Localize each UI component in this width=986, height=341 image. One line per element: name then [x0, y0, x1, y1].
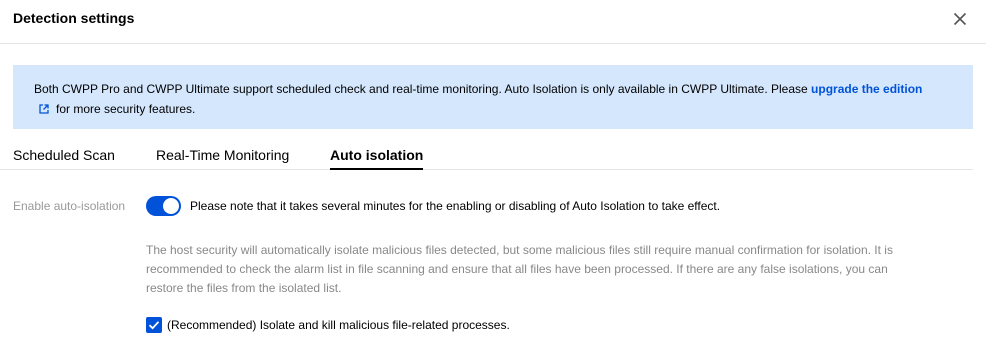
dialog-header: Detection settings [0, 0, 986, 44]
tab-auto-isolation[interactable]: Auto isolation [330, 147, 423, 163]
tab-scheduled-scan[interactable]: Scheduled Scan [13, 147, 115, 163]
tab-real-time-monitoring[interactable]: Real-Time Monitoring [156, 147, 289, 163]
notice-text: Both CWPP Pro and CWPP Ultimate support … [34, 82, 812, 96]
close-icon [953, 12, 967, 26]
upgrade-edition-link[interactable]: upgrade the edition [811, 82, 922, 96]
settings-tabs: Scheduled Scan Real-Time Monitoring Auto… [0, 142, 973, 170]
check-icon [148, 321, 160, 330]
close-button[interactable] [950, 9, 970, 29]
active-tab-indicator [330, 168, 423, 170]
dialog-title: Detection settings [13, 10, 135, 26]
external-link-icon[interactable] [39, 104, 49, 114]
info-notice: Both CWPP Pro and CWPP Ultimate support … [13, 65, 973, 129]
notice-line-2: for more security features. [34, 99, 953, 119]
kill-processes-label[interactable]: (Recommended) Isolate and kill malicious… [167, 318, 510, 332]
enable-auto-isolation-label: Enable auto-isolation [13, 199, 126, 213]
toggle-note: Please note that it takes several minute… [190, 199, 721, 213]
notice-text-after: for more security features. [56, 102, 196, 116]
toggle-knob [163, 198, 179, 214]
kill-processes-checkbox[interactable] [146, 317, 162, 333]
auto-isolation-toggle[interactable] [146, 196, 181, 216]
auto-isolation-description: The host security will automatically iso… [146, 243, 893, 295]
